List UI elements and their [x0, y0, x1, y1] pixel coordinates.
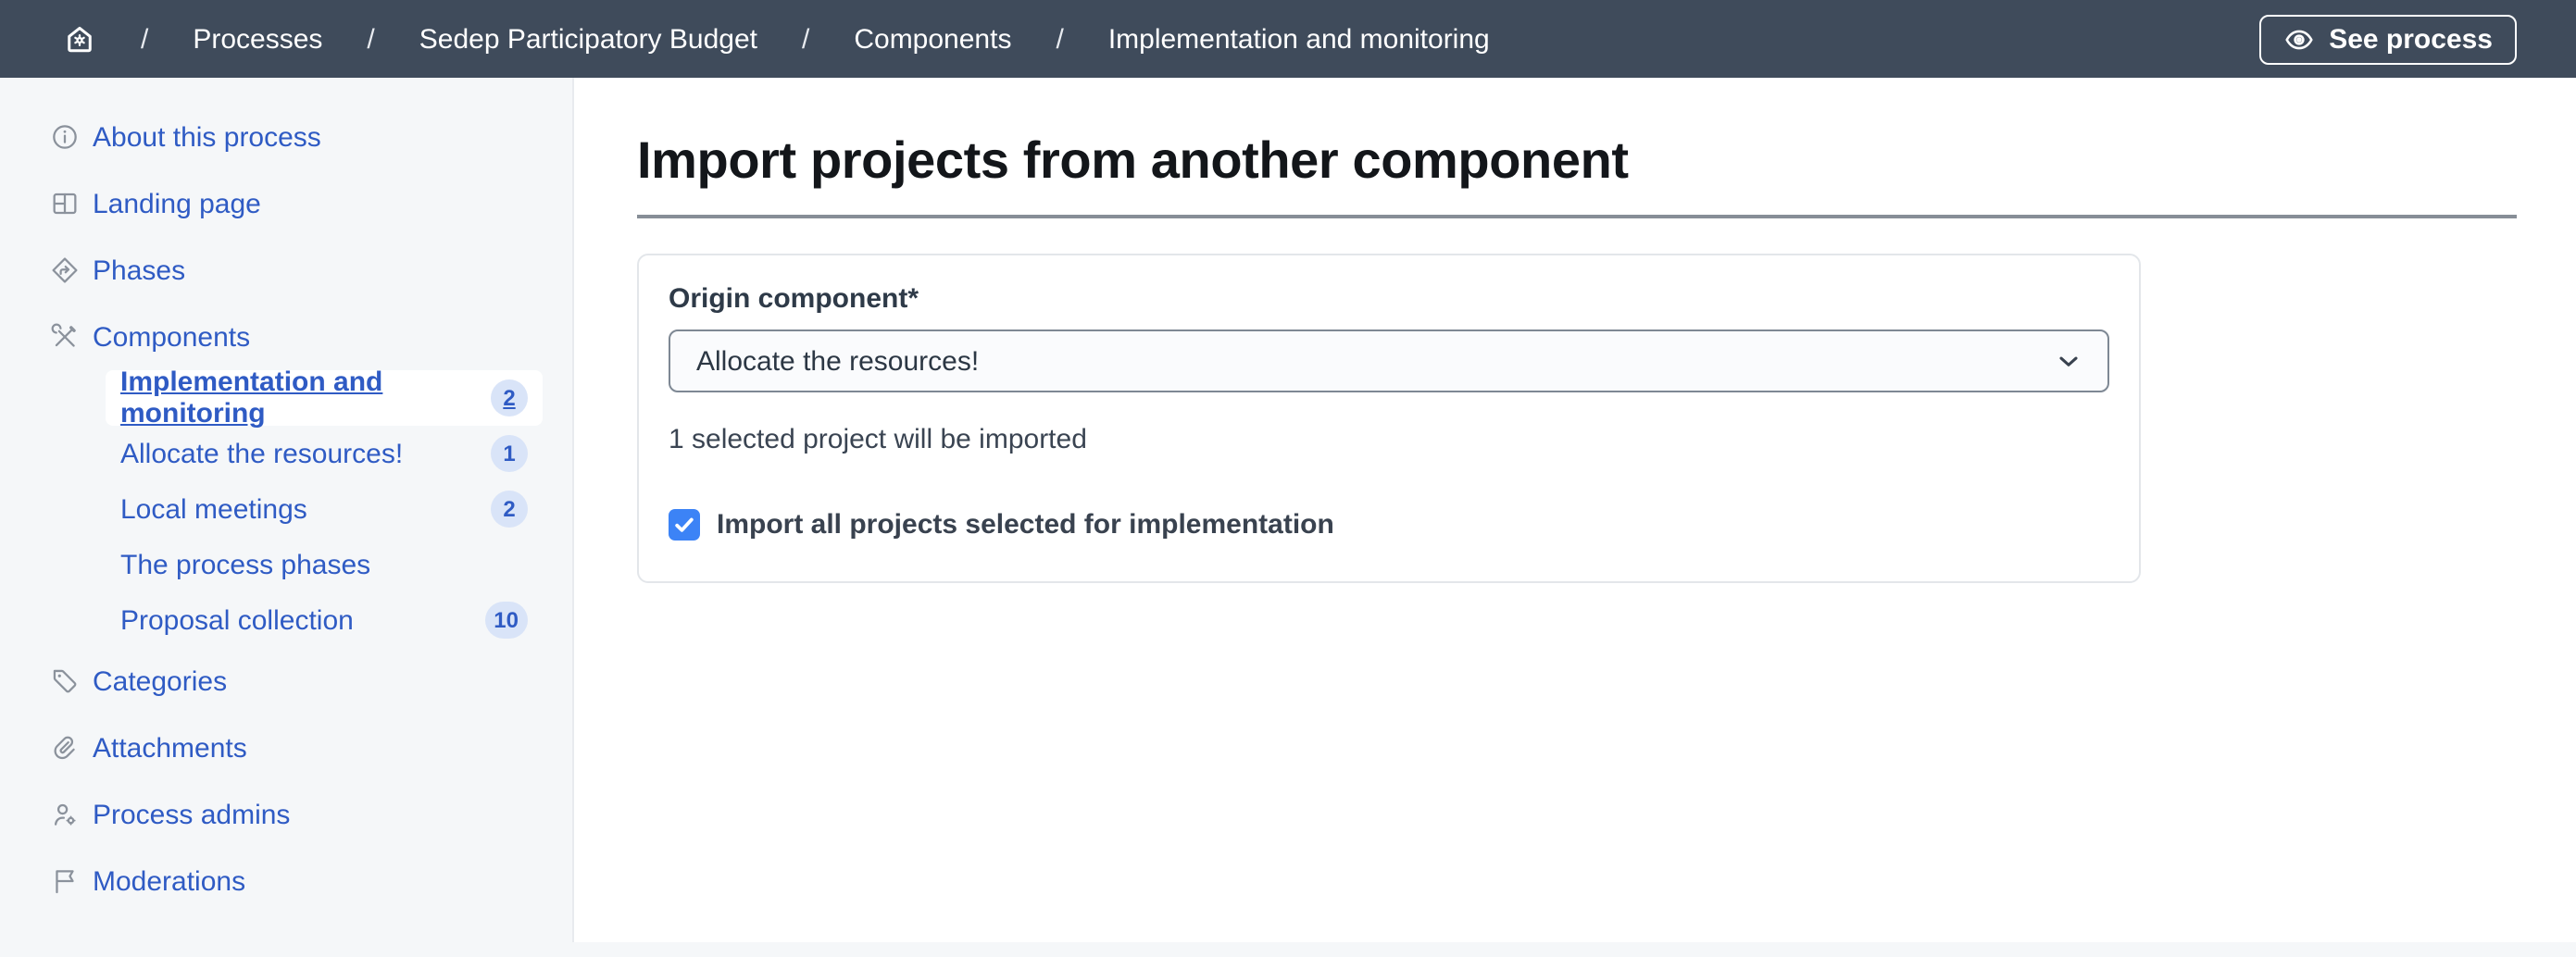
footer-strip — [0, 942, 2576, 957]
sidebar: About this process Landing page — [0, 78, 574, 942]
breadcrumb-process-name[interactable]: Sedep Participatory Budget — [419, 25, 757, 53]
sidebar-subitem-label: Allocate the resources! — [120, 438, 403, 469]
direction-icon — [50, 255, 80, 285]
eye-icon — [2282, 23, 2314, 55]
sidebar-subitem-local-meetings[interactable]: Local meetings 2 — [106, 481, 543, 537]
sidebar-nav: About this process Landing page — [0, 104, 572, 914]
sidebar-subitem-implementation-and-monitoring[interactable]: Implementation and monitoring 2 — [106, 370, 543, 426]
breadcrumb-components[interactable]: Components — [854, 25, 1011, 53]
topbar: / Processes / Sedep Participatory Budget… — [0, 0, 2576, 78]
sidebar-item-categories[interactable]: Categories — [0, 648, 572, 715]
sidebar-item-label: Categories — [93, 665, 227, 697]
flag-icon — [50, 866, 80, 896]
tag-icon — [50, 666, 80, 696]
sidebar-item-moderations[interactable]: Moderations — [0, 848, 572, 914]
sidebar-subitem-label: Implementation and monitoring — [120, 367, 491, 429]
sidebar-item-label: Attachments — [93, 732, 247, 764]
sidebar-item-about[interactable]: About this process — [0, 104, 572, 170]
sidebar-subitem-label: Proposal collection — [120, 604, 354, 636]
sidebar-item-label: Landing page — [93, 188, 261, 219]
count-badge: 2 — [491, 491, 528, 528]
sidebar-item-label: Components — [93, 321, 250, 353]
sidebar-item-phases[interactable]: Phases — [0, 237, 572, 304]
sidebar-item-attachments[interactable]: Attachments — [0, 715, 572, 781]
see-process-button[interactable]: See process — [2258, 14, 2517, 64]
title-divider — [637, 215, 2517, 218]
breadcrumb-processes[interactable]: Processes — [193, 25, 322, 53]
breadcrumb-current-component[interactable]: Implementation and monitoring — [1108, 25, 1490, 53]
check-icon — [672, 513, 696, 537]
paperclip-icon — [50, 733, 80, 763]
selected-projects-info: 1 selected project will be imported — [669, 422, 2109, 459]
page-title: Import projects from another component — [637, 128, 2517, 194]
home-gear-icon — [63, 22, 96, 56]
layout-icon — [50, 189, 80, 218]
origin-component-selected-value: Allocate the resources! — [696, 345, 979, 377]
components-sub-list: Implementation and monitoring 2 Allocate… — [106, 370, 543, 648]
sidebar-subitem-label: The process phases — [120, 549, 370, 580]
sidebar-subitem-allocate-the-resources[interactable]: Allocate the resources! 1 — [106, 426, 543, 481]
sidebar-item-label: Process admins — [93, 799, 290, 830]
count-badge: 1 — [491, 435, 528, 472]
origin-component-label: Origin component* — [669, 281, 2109, 317]
sidebar-item-process-admins[interactable]: Process admins — [0, 781, 572, 848]
user-gear-icon — [50, 800, 80, 829]
sidebar-subitem-the-process-phases[interactable]: The process phases — [106, 537, 543, 592]
sidebar-item-label: Moderations — [93, 865, 245, 897]
app-root: / Processes / Sedep Participatory Budget… — [0, 0, 2576, 957]
count-badge: 10 — [484, 602, 528, 639]
info-icon — [50, 122, 80, 152]
tools-icon — [50, 322, 80, 352]
chevron-down-icon — [2054, 346, 2083, 376]
origin-component-select[interactable]: Allocate the resources! — [669, 329, 2109, 392]
see-process-label: See process — [2329, 23, 2493, 55]
import-all-checkbox-row: Import all projects selected for impleme… — [669, 509, 2109, 541]
import-all-checkbox-label[interactable]: Import all projects selected for impleme… — [717, 509, 1334, 541]
breadcrumb-separator: / — [1056, 23, 1063, 55]
sidebar-item-label: Phases — [93, 255, 185, 286]
breadcrumb-separator: / — [802, 23, 809, 55]
import-projects-card: Origin component* Allocate the resources… — [637, 254, 2141, 583]
sidebar-item-landing-page[interactable]: Landing page — [0, 170, 572, 237]
home-breadcrumb-link[interactable] — [63, 22, 96, 56]
sidebar-subitem-label: Local meetings — [120, 493, 307, 525]
sidebar-item-label: About this process — [93, 121, 321, 153]
main-content: Import projects from another component O… — [576, 78, 2576, 942]
breadcrumb-separator: / — [141, 23, 148, 55]
count-badge: 2 — [491, 379, 528, 416]
sidebar-subitem-proposal-collection[interactable]: Proposal collection 10 — [106, 592, 543, 648]
import-all-checkbox[interactable] — [669, 509, 700, 541]
breadcrumb-separator: / — [367, 23, 374, 55]
sidebar-item-components[interactable]: Components — [0, 304, 572, 370]
